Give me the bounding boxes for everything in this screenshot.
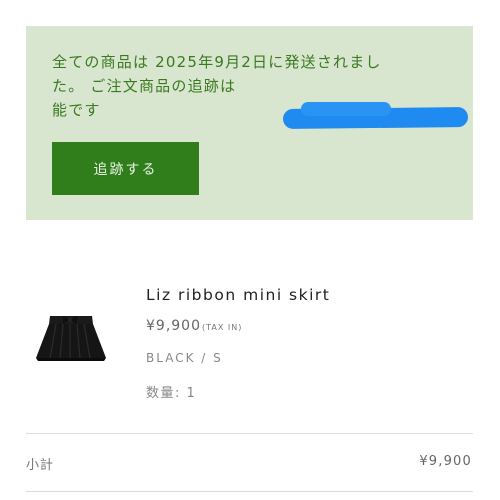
track-shipment-button[interactable]: 追跡する [52,142,199,195]
notice-line-2: た。 ご注文商品の追跡は [52,77,237,95]
notice-line-1: 全ての商品は 2025年9月2日に発送されまし [52,53,382,71]
tax-note: (TAX IN) [202,323,243,332]
summary-divider-bottom [26,491,473,492]
summary-divider-top [26,433,473,434]
product-price: ¥9,900(TAX IN) [146,318,242,334]
product-name[interactable]: Liz ribbon mini skirt [146,286,330,304]
subtotal-value: ¥9,900 [419,454,472,469]
track-shipment-button-label: 追跡する [93,161,158,178]
order-item: Liz ribbon mini skirt ¥9,900(TAX IN) BLA… [0,260,500,420]
subtotal-label: 小計 [26,458,55,473]
product-variant: BLACK / S [146,351,223,365]
product-price-value: ¥9,900 [146,318,201,334]
product-quantity: 数量: 1 [146,386,197,401]
skirt-thumbnail-icon[interactable] [30,308,114,380]
order-confirmation-page: 全ての商品は 2025年9月2日に発送されまし た。 ご注文商品の追跡は 能です… [0,0,500,500]
redaction-mark-overlap [301,102,391,116]
